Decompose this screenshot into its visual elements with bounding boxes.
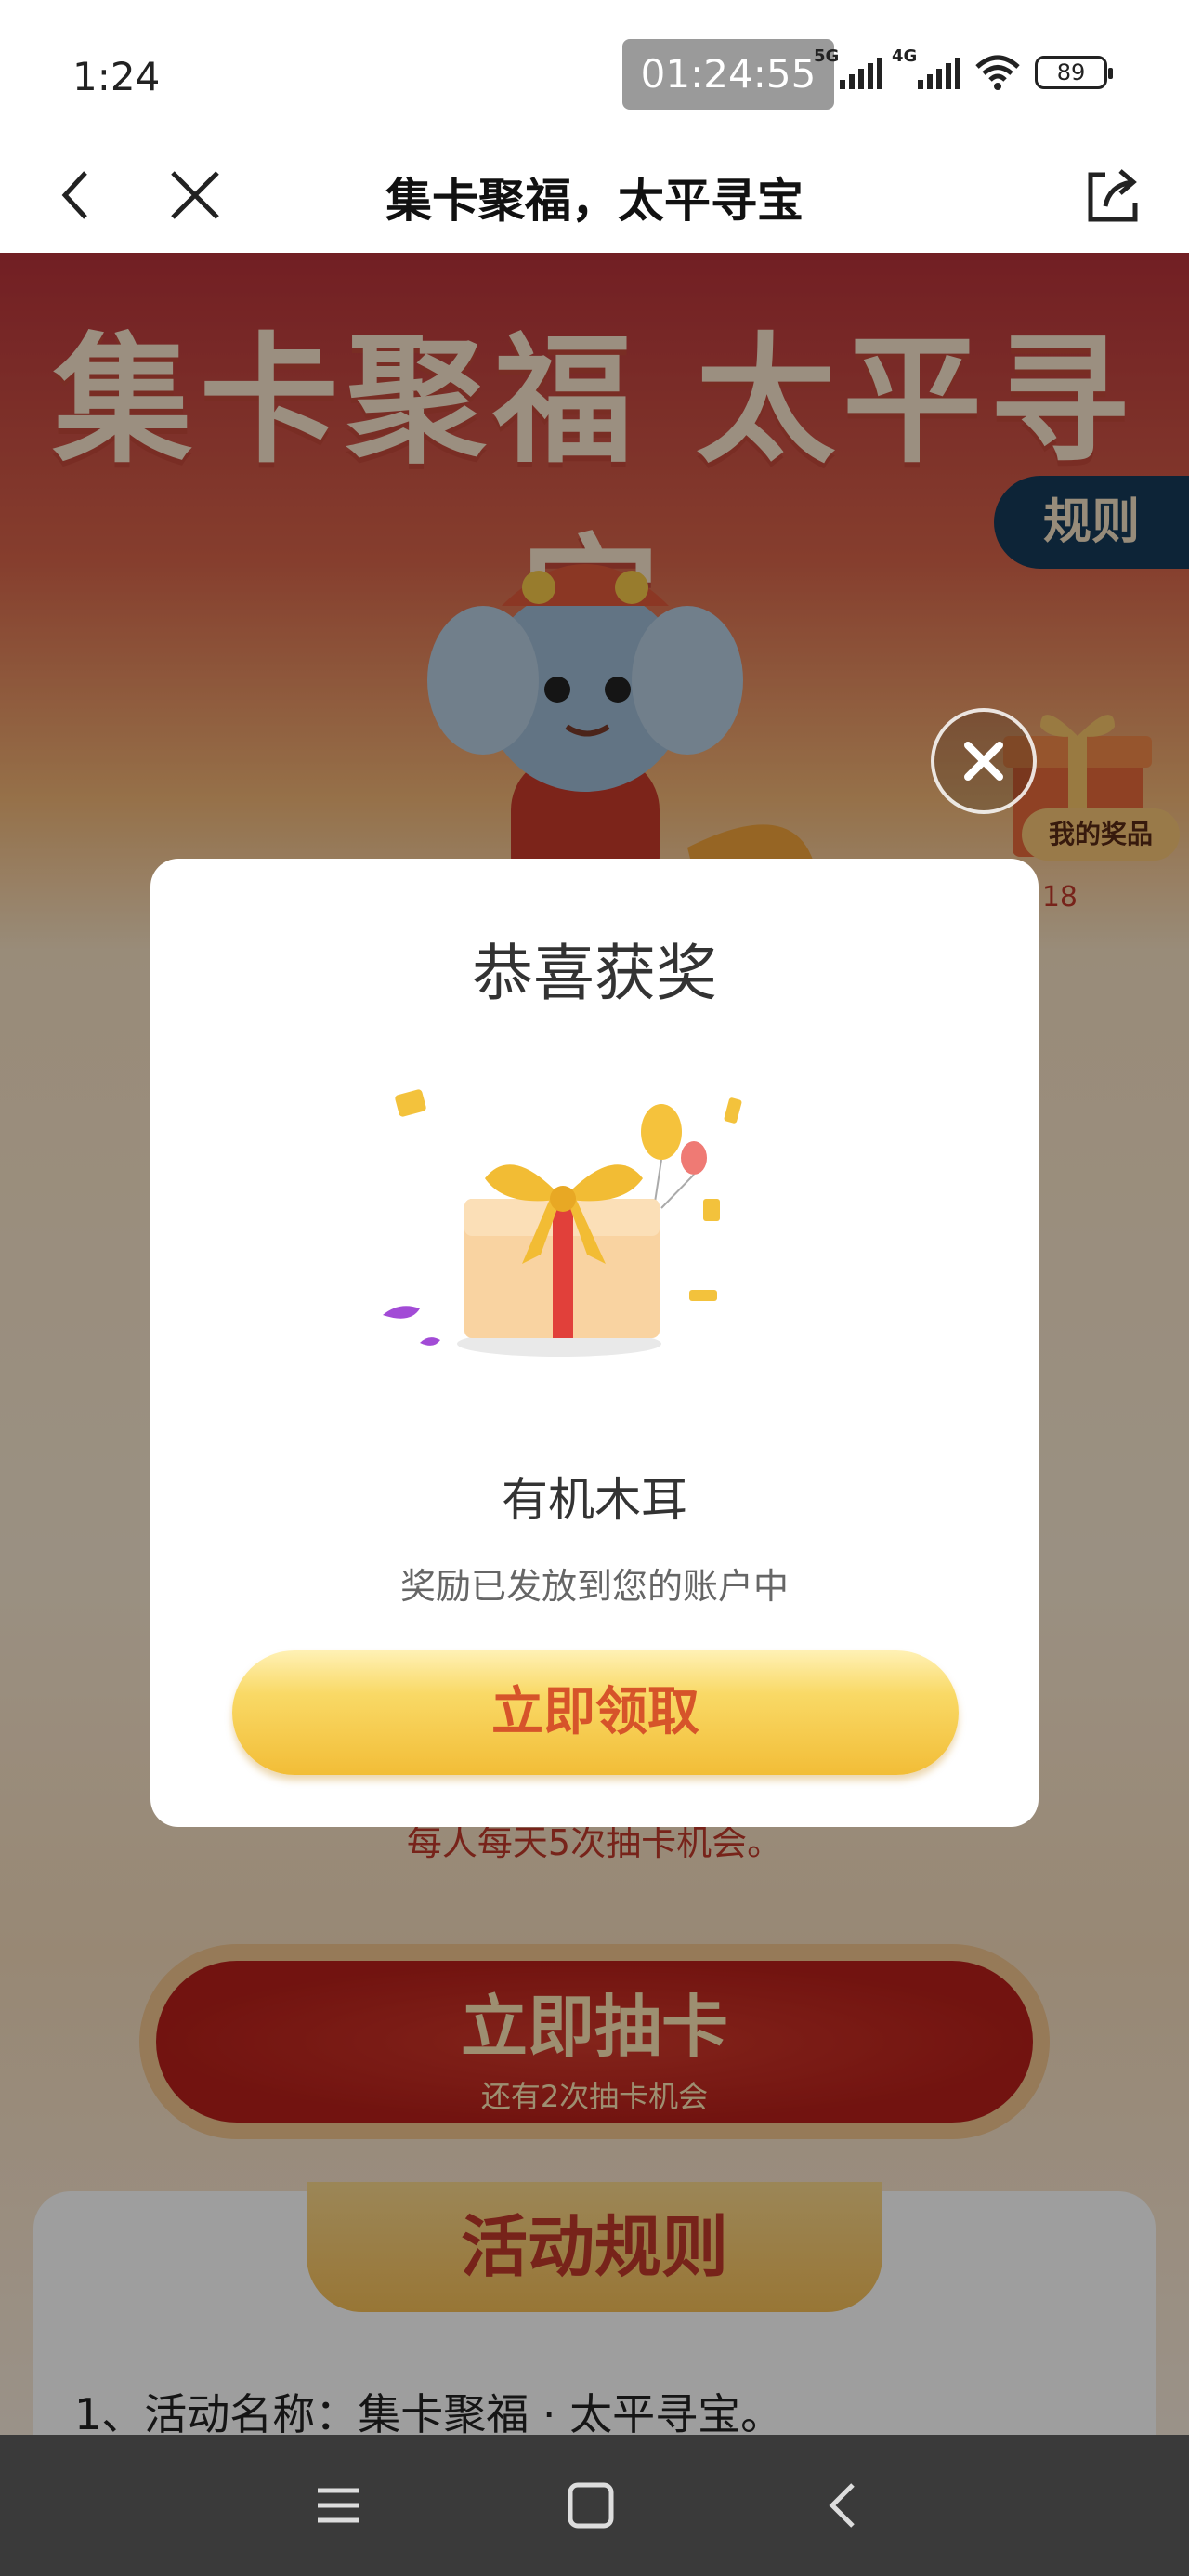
close-circle-icon <box>964 742 1003 781</box>
back-triangle-icon[interactable] <box>816 2477 871 2533</box>
prize-description: 奖励已发放到您的账户中 <box>399 1566 789 1607</box>
share-icon[interactable] <box>1078 160 1148 230</box>
modal-close-button[interactable] <box>931 708 1037 814</box>
nav-bar: 集卡聚福，太平寻宝 <box>0 138 1189 253</box>
status-icons: 5G 4G 89 <box>814 46 1113 91</box>
signal-4g-icon: 4G <box>892 46 960 89</box>
prize-modal: 恭喜获奖 有机木耳 奖励已发放到您的账户中 立即领取 <box>150 859 1039 1827</box>
wifi-icon <box>975 55 1020 90</box>
home-square-icon[interactable] <box>563 2477 619 2533</box>
clock-overlay: 01:24:55 <box>622 39 834 110</box>
battery-icon: 89 <box>1035 56 1113 89</box>
modal-title: 恭喜获奖 <box>472 938 717 1009</box>
prize-name: 有机木耳 <box>502 1473 687 1527</box>
signal-5g-icon: 5G <box>814 46 882 89</box>
status-time: 1:24 <box>72 54 161 99</box>
system-nav-bar <box>0 2435 1189 2576</box>
gift-illustration <box>383 1089 742 1357</box>
menu-icon[interactable] <box>310 2477 366 2533</box>
page-title: 集卡聚福，太平寻宝 <box>385 174 804 228</box>
claim-now-button[interactable]: 立即领取 <box>232 1650 959 1775</box>
status-bar: 1:24 01:24:55 5G 4G 89 <box>0 0 1189 138</box>
